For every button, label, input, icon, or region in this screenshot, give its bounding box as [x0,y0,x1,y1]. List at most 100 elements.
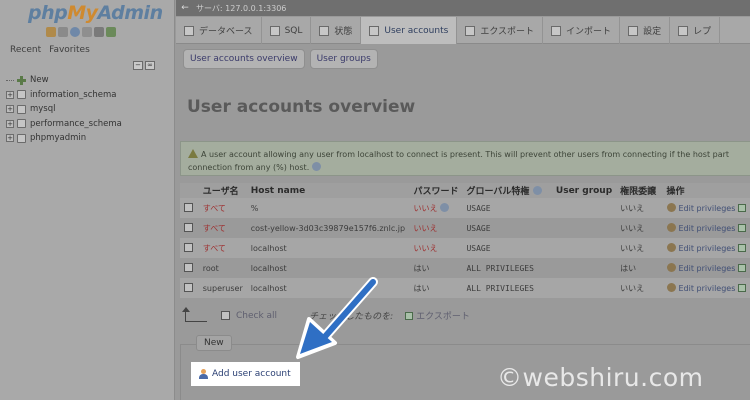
cell-password: いいえ [409,238,463,258]
edit-privileges-link[interactable]: Edit privileges [679,224,736,233]
export-icon[interactable] [737,204,746,212]
bulk-actions: Check all チェックしたものを: エクスポート [182,306,470,322]
nav-quick-icons [46,27,116,37]
tree-item-database[interactable]: + performance_schema [6,117,122,132]
cell-password: はい [409,258,463,278]
tree-item-database[interactable]: + information_schema [6,88,122,103]
user-accounts-icon [369,25,380,36]
database-icon [17,133,26,143]
tree-item-label: information_schema [30,89,117,100]
tree-item-new[interactable]: New [6,73,122,88]
column-header-action: 操作 [662,183,750,198]
database-icon [184,25,194,36]
cell-user-group [551,238,617,258]
column-header-grant[interactable]: 権限委譲 [616,183,663,198]
home-icon[interactable] [46,27,56,37]
nav-tab-recent[interactable]: Recent [10,45,41,55]
row-checkbox[interactable] [184,222,193,232]
cell-user-group [551,258,617,278]
cell-host: localhost [246,238,410,258]
table-row: すべて localhost いいえ USAGE いいえ Edit privileges [180,238,750,258]
expand-icon[interactable]: + [6,119,14,128]
row-checkbox[interactable] [184,242,193,252]
export-icon[interactable] [737,244,746,252]
subtab-user-accounts-overview[interactable]: User accounts overview [183,49,305,69]
tab-import[interactable]: インポート [543,17,621,44]
table-row: すべて cost-yellow-3d03c39879e157f6.znlc.jp い… [180,218,750,238]
cell-grant: いいえ [616,198,663,218]
cell-user: すべて [198,238,247,258]
docs-icon[interactable] [82,27,92,37]
edit-privileges-link[interactable]: Edit privileges [679,264,736,273]
expand-icon[interactable]: + [6,134,14,143]
export-icon[interactable] [737,224,746,232]
column-header [180,183,199,198]
tab-sql[interactable]: SQL [262,17,312,44]
help-icon[interactable] [70,27,80,37]
tree-item-database[interactable]: + mysql [6,102,122,117]
column-header-host[interactable]: Host name [246,183,410,198]
back-arrow-icon[interactable]: ← [180,3,190,13]
help-icon[interactable] [311,162,321,171]
breadcrumb-server[interactable]: サーバ: 127.0.0.1:3306 [196,3,286,14]
tab-databases[interactable]: データベース [176,17,262,44]
add-user-icon [199,369,209,379]
column-header-user[interactable]: ユーザ名 [198,183,247,198]
nav-tab-favorites[interactable]: Favorites [49,45,90,55]
export-selected-button[interactable]: エクスポート [405,309,470,322]
import-icon [551,25,562,36]
reload-icon[interactable] [106,27,116,37]
cell-host: localhost [246,258,410,278]
tree-item-database[interactable]: + phpmyadmin [6,131,122,146]
export-icon [465,25,476,36]
edit-privileges-link[interactable]: Edit privileges [679,244,736,253]
edit-privileges-icon [666,243,676,252]
cell-action: Edit privileges [662,238,750,258]
check-all-label[interactable]: Check all [236,311,277,321]
page-title: User accounts overview [187,97,416,117]
tree-item-label: phpmyadmin [30,133,87,144]
expand-icon[interactable]: + [6,90,14,99]
logout-icon[interactable] [58,27,68,37]
row-checkbox[interactable] [184,262,193,272]
cell-user-group [551,218,617,238]
sql-icon [269,25,280,36]
collapse-all-icon[interactable]: − [133,61,143,70]
expand-icon[interactable]: + [6,105,14,114]
nav-tools: − ∞ [133,61,155,70]
export-icon[interactable] [737,264,746,272]
cell-password: いいえ [409,218,463,238]
phpmyadmin-logo[interactable]: phpMyAdmin [28,2,163,24]
table-body: すべて% いいえ USAGE いいえ Edit privileges すべて cost-… [180,198,750,298]
tab-status[interactable]: 状態 [311,17,362,44]
tab-user-accounts[interactable]: User accounts [361,17,458,44]
tab-export[interactable]: エクスポート [457,17,544,44]
add-user-label: Add user account [212,369,291,379]
tab-settings[interactable]: 設定 [620,17,671,44]
table-row: superuser localhost はい ALL PRIVILEGES いいえ Edi… [180,278,750,298]
row-checkbox[interactable] [184,202,193,212]
tree-item-label: performance_schema [30,118,122,129]
settings-icon[interactable] [94,27,104,37]
row-checkbox[interactable] [184,282,193,292]
row-checkbox-cell [180,258,199,278]
export-icon[interactable] [737,284,746,292]
column-header-user-group[interactable]: User group [551,183,617,198]
link-with-main-icon[interactable]: ∞ [145,61,155,70]
help-icon[interactable] [532,186,542,195]
tab-replication[interactable]: レプ [670,17,721,44]
cell-user: root [198,258,247,278]
subtab-user-groups[interactable]: User groups [309,49,378,69]
check-all-checkbox[interactable] [221,311,230,320]
edit-privileges-link[interactable]: Edit privileges [679,284,736,293]
add-user-account-link[interactable]: Add user account [191,362,300,386]
help-icon[interactable] [440,202,449,212]
column-header-password[interactable]: パスワード [409,183,463,198]
edit-privileges-link[interactable]: Edit privileges [679,204,736,213]
database-icon [17,119,26,129]
edit-privileges-icon [666,263,676,272]
edit-privileges-icon [666,223,676,232]
notice-box: A user account allowing any user from lo… [180,141,750,176]
column-header-global-privileges[interactable]: グローバル特権 [462,183,552,198]
new-fieldset-legend: New [196,335,232,351]
